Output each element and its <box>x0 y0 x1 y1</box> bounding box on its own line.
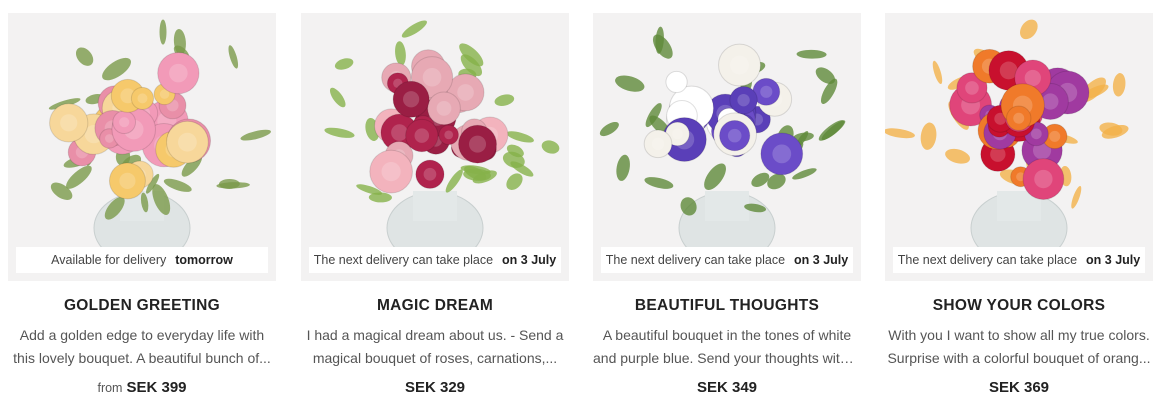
beautiful-thoughts-bouquet-image[interactable]: The next delivery can take place on 3 Ju… <box>593 13 861 281</box>
product-price: SEK 369 <box>885 379 1153 396</box>
product-price: SEK 329 <box>301 379 569 396</box>
product-card[interactable]: Available for delivery tomorrow GOLDEN G… <box>8 13 276 403</box>
product-price: from SEK 399 <box>8 379 276 396</box>
product-card[interactable]: The next delivery can take place on 3 Ju… <box>301 13 569 403</box>
delivery-date: on 3 July <box>794 253 849 267</box>
product-grid: Available for delivery tomorrow GOLDEN G… <box>0 0 1168 407</box>
product-title[interactable]: MAGIC DREAM <box>301 297 569 315</box>
delivery-badge: The next delivery can take place on 3 Ju… <box>309 247 561 273</box>
price-prefix: from <box>97 381 123 395</box>
price-amount: SEK 349 <box>696 379 758 396</box>
delivery-date: on 3 July <box>502 253 557 267</box>
description-line: this lovely bouquet. A beautiful bunch o… <box>13 350 271 366</box>
bouquet-illustration <box>48 19 271 265</box>
delivery-text: The next delivery can take place <box>313 253 494 267</box>
bouquet-illustration <box>324 20 560 265</box>
product-card[interactable]: The next delivery can take place on 3 Ju… <box>593 13 861 403</box>
delivery-text: Available for delivery <box>51 253 167 267</box>
product-title[interactable]: GOLDEN GREETING <box>8 297 276 315</box>
delivery-date: tomorrow <box>175 253 233 267</box>
description-line: I had a magical dream about us. - Send a <box>306 327 564 343</box>
price-amount: SEK 369 <box>988 379 1050 396</box>
product-description: With you I want to show all my true colo… <box>885 324 1153 370</box>
description-line: Add a golden edge to everyday life with <box>19 327 265 343</box>
delivery-text: The next delivery can take place <box>605 253 786 267</box>
delivery-date: on 3 July <box>1086 253 1141 267</box>
product-title[interactable]: SHOW YOUR COLORS <box>885 297 1153 315</box>
price-amount: SEK 329 <box>404 379 466 396</box>
product-title[interactable]: BEAUTIFUL THOUGHTS <box>593 297 861 315</box>
description-line: A beautiful bouquet in the tones of whit… <box>602 327 852 343</box>
description-line: and purple blue. Send your thoughts with… <box>593 350 861 366</box>
delivery-badge: Available for delivery tomorrow <box>16 247 268 273</box>
product-price: SEK 349 <box>593 379 861 396</box>
golden-greeting-bouquet-image[interactable]: Available for delivery tomorrow <box>8 13 276 281</box>
bouquet-illustration <box>885 19 1129 265</box>
product-card[interactable]: The next delivery can take place on 3 Ju… <box>885 13 1153 403</box>
bouquet-illustration <box>599 26 846 265</box>
delivery-badge: The next delivery can take place on 3 Ju… <box>601 247 853 273</box>
description-line: With you I want to show all my true colo… <box>888 327 1150 343</box>
description-line: Surprise with a colorful bouquet of oran… <box>887 350 1151 366</box>
delivery-badge: The next delivery can take place on 3 Ju… <box>893 247 1145 273</box>
show-your-colors-bouquet-image[interactable]: The next delivery can take place on 3 Ju… <box>885 13 1153 281</box>
delivery-text: The next delivery can take place <box>897 253 1078 267</box>
product-description: Add a golden edge to everyday life with … <box>8 324 276 370</box>
description-line: magical bouquet of roses, carnations,... <box>312 350 558 366</box>
product-description: I had a magical dream about us. - Send a… <box>301 324 569 370</box>
price-amount: SEK 399 <box>126 379 187 396</box>
product-description: A beautiful bouquet in the tones of whit… <box>593 324 861 370</box>
magic-dream-bouquet-image[interactable]: The next delivery can take place on 3 Ju… <box>301 13 569 281</box>
